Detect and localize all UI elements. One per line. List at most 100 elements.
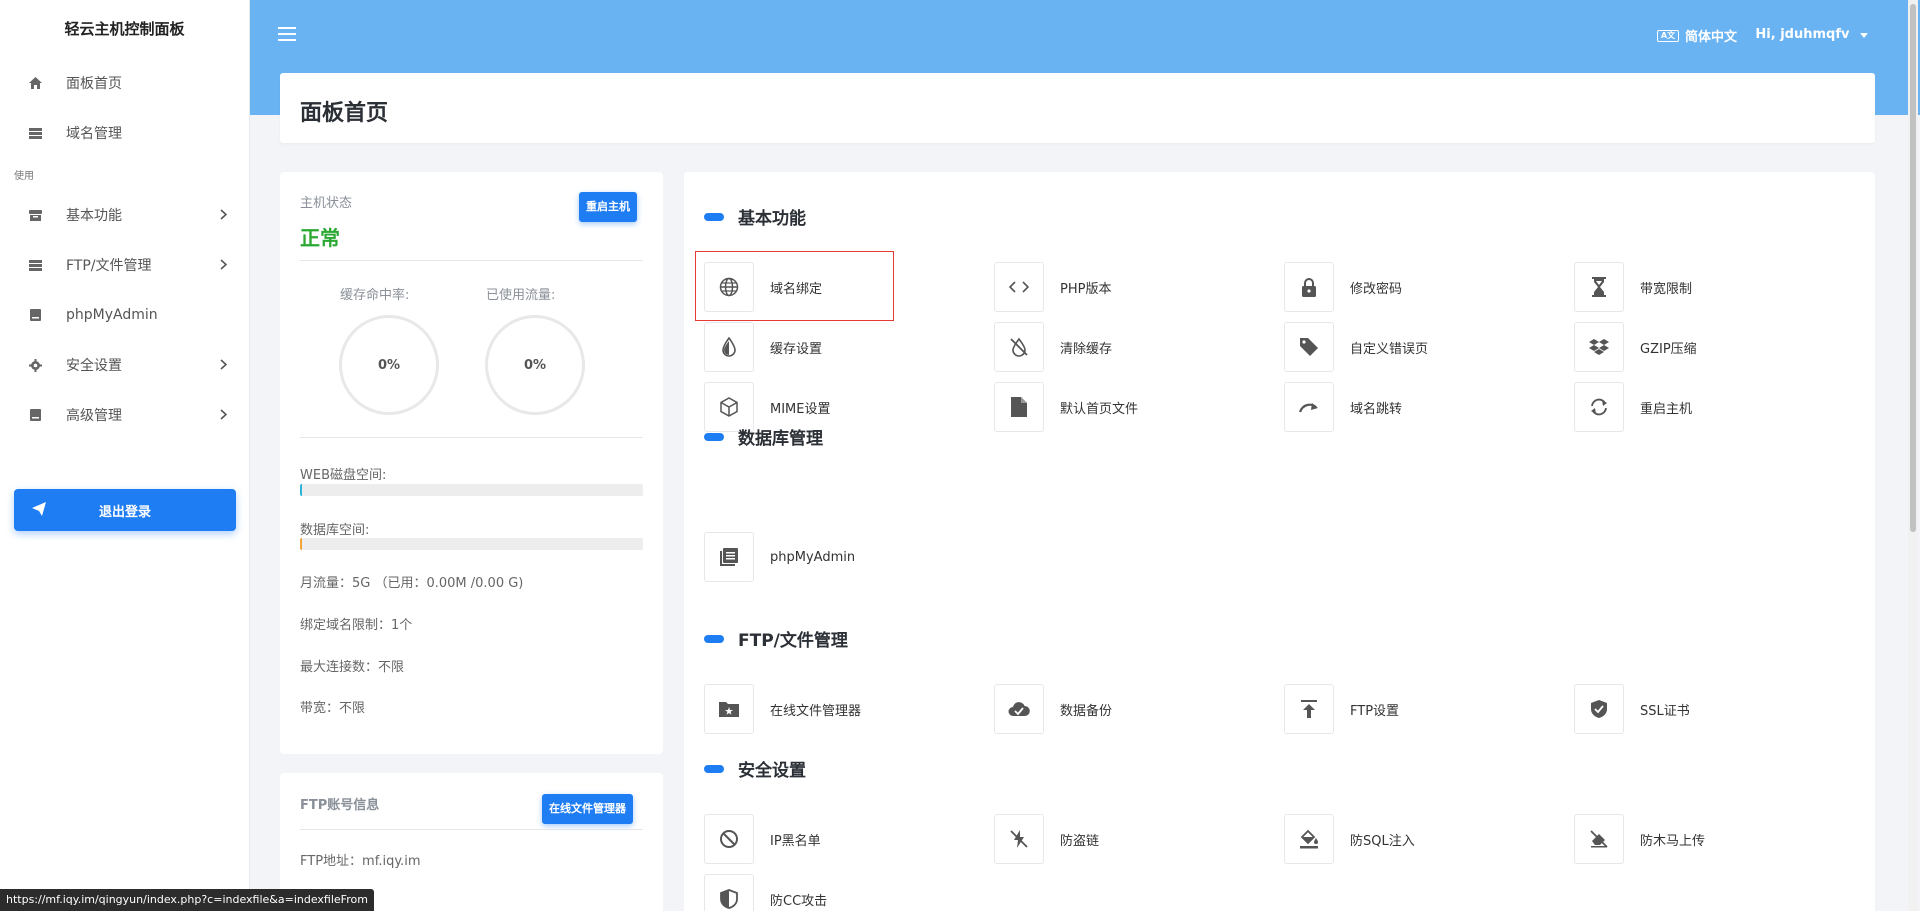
feature-label: 清除缓存 [1060, 341, 1113, 357]
bolt-slash-icon [994, 814, 1044, 864]
feature-change-password[interactable]: 修改密码 [1284, 262, 1402, 312]
feature-bandwidth-limit[interactable]: 带宽限制 [1574, 262, 1692, 312]
feature-label: IP黑名单 [770, 833, 821, 849]
brand-title: 轻云主机控制面板 [64, 20, 185, 38]
feature-php-version[interactable]: PHP版本 [994, 262, 1111, 312]
sidebar-item-advanced[interactable]: 高级管理 [0, 390, 249, 440]
sidebar-item-label: FTP/文件管理 [66, 258, 152, 274]
divider [300, 437, 643, 438]
feature-custom-error-page[interactable]: 自定义错误页 [1284, 322, 1428, 372]
page-title-card: 面板首页 [280, 73, 1875, 143]
ban-icon [704, 814, 754, 864]
sync-icon [1574, 382, 1624, 432]
feature-label: FTP设置 [1350, 703, 1400, 719]
feature-ftp-settings[interactable]: FTP设置 [1284, 684, 1399, 734]
tint-slash-icon [994, 322, 1044, 372]
paper-plane-icon [32, 502, 46, 520]
web-disk-progress [300, 484, 643, 496]
section-title: 数据库管理 [738, 429, 823, 449]
feature-domain-redirect[interactable]: 域名跳转 [1284, 382, 1402, 432]
code-icon [994, 262, 1044, 312]
feature-data-backup[interactable]: 数据备份 [994, 684, 1112, 734]
feature-label: MIME设置 [770, 401, 831, 417]
feature-anti-trojan-upload[interactable]: 防木马上传 [1574, 814, 1705, 864]
feature-label: 防CC攻击 [770, 893, 828, 909]
sidebar-item-domains[interactable]: 域名管理 [0, 108, 249, 158]
feature-ip-blacklist[interactable]: IP黑名单 [704, 814, 821, 864]
divider [300, 260, 643, 261]
feature-default-index[interactable]: 默认首页文件 [994, 382, 1138, 432]
feature-label: 修改密码 [1350, 281, 1403, 297]
web-disk-label: WEB磁盘空间: [300, 468, 387, 483]
feature-label: GZIP压缩 [1640, 341, 1697, 357]
section-title: 基本功能 [738, 209, 806, 229]
host-status-value: 正常 [300, 226, 340, 250]
language-label: 简体中文 [1684, 30, 1737, 45]
feature-anti-sql-injection[interactable]: 防SQL注入 [1284, 814, 1415, 864]
section-title: 安全设置 [738, 761, 806, 781]
feature-clear-cache[interactable]: 清除缓存 [994, 322, 1112, 372]
ftp-account-label: FTP账号信息 [300, 798, 380, 813]
database-icon [28, 409, 42, 421]
section-security: 安全设置 [704, 756, 806, 781]
scrollbar-thumb[interactable] [1910, 4, 1916, 532]
globe-icon [704, 262, 754, 312]
feature-restart-host[interactable]: 重启主机 [1574, 382, 1692, 432]
chevron-right-icon [220, 258, 228, 274]
section-ftp: FTP/文件管理 [704, 626, 848, 651]
language-switcher[interactable]: A文 简体中文 [1656, 26, 1737, 45]
sidebar-item-phpmyadmin[interactable]: phpMyAdmin [0, 290, 249, 340]
user-menu[interactable]: Hi, jduhmqfv [1755, 27, 1868, 42]
feature-label: SSL证书 [1640, 703, 1690, 719]
feature-online-file-manager[interactable]: 在线文件管理器 [704, 684, 861, 734]
feature-ssl-certificate[interactable]: SSL证书 [1574, 684, 1690, 734]
menu-toggle-icon[interactable] [278, 27, 296, 41]
feature-label: 在线文件管理器 [770, 703, 862, 719]
section-marker [704, 764, 724, 773]
divider [300, 829, 643, 830]
feature-phpmyadmin[interactable]: phpMyAdmin [704, 532, 855, 582]
host-status-label: 主机状态 [300, 196, 353, 211]
file-manager-button[interactable]: 在线文件管理器 [542, 794, 633, 824]
sidebar-item-label: 基本功能 [66, 208, 122, 224]
sidebar-item-dashboard[interactable]: 面板首页 [0, 58, 249, 108]
cloud-check-icon [994, 684, 1044, 734]
tag-icon [1284, 322, 1334, 372]
feature-label: 防木马上传 [1640, 833, 1706, 849]
feature-label: 防SQL注入 [1350, 833, 1415, 849]
book-icon [704, 532, 754, 582]
sidebar-item-ftp[interactable]: FTP/文件管理 [0, 240, 249, 290]
feature-label: 重启主机 [1640, 401, 1693, 417]
section-database: 数据库管理 [704, 424, 823, 449]
feature-gzip[interactable]: GZIP压缩 [1574, 322, 1697, 372]
dropbox-icon [1574, 322, 1624, 372]
hourglass-icon [1574, 262, 1624, 312]
section-basic: 基本功能 [704, 204, 806, 229]
db-space-progress [300, 538, 643, 550]
file-icon [994, 382, 1044, 432]
feature-anti-hotlink[interactable]: 防盗链 [994, 814, 1099, 864]
feature-cache-settings[interactable]: 缓存设置 [704, 322, 822, 372]
sidebar-item-security[interactable]: 安全设置 [0, 340, 249, 390]
feature-label: 域名跳转 [1350, 401, 1403, 417]
cache-hit-label: 缓存命中率: [340, 288, 410, 303]
sidebar-item-basic[interactable]: 基本功能 [0, 190, 249, 240]
gear-icon [28, 358, 42, 372]
logout-button[interactable]: 退出登录 [14, 489, 236, 531]
db-space-label: 数据库空间: [300, 523, 370, 538]
feature-domain-binding[interactable]: 域名绑定 [704, 262, 822, 312]
fill-icon [1284, 814, 1334, 864]
section-marker [704, 432, 724, 441]
restart-host-button[interactable]: 重启主机 [579, 192, 637, 222]
feature-label: 数据备份 [1060, 703, 1113, 719]
feature-label: phpMyAdmin [770, 549, 856, 565]
web-disk-progress-fill [300, 484, 302, 496]
box-icon [28, 209, 42, 221]
sidebar-item-label: phpMyAdmin [66, 307, 158, 323]
feature-anti-cc-attack[interactable]: 防CC攻击 [704, 874, 827, 911]
page-scrollbar[interactable] [1908, 0, 1918, 911]
drop-icon [704, 322, 754, 372]
ftp-address: FTP地址：mf.iqy.im [300, 854, 421, 869]
sidebar-section-label: 使用 [14, 171, 34, 182]
cache-hit-value: 0% [377, 357, 401, 373]
